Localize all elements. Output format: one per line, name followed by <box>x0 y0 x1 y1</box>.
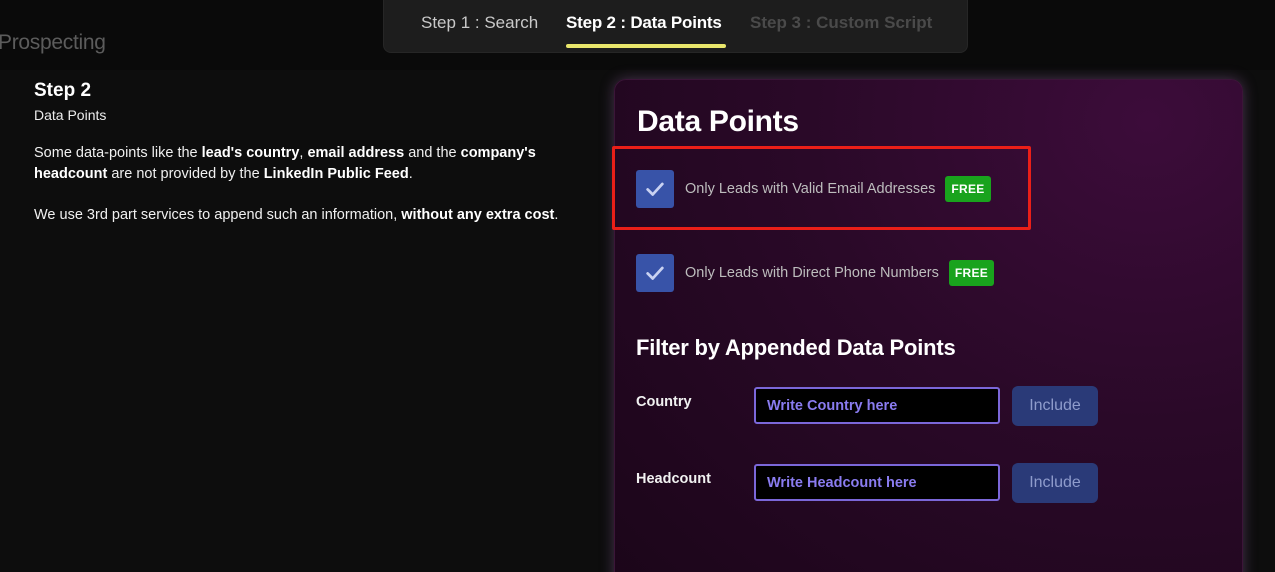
headcount-input[interactable] <box>754 464 1000 501</box>
info-emphasis: email address <box>307 145 405 161</box>
filter-section-title: Filter by Appended Data Points <box>636 335 956 360</box>
highlight-annotation-box <box>612 146 1031 230</box>
headcount-include-button[interactable]: Include <box>1012 463 1098 503</box>
info-emphasis: lead's country <box>201 145 300 161</box>
info-emphasis: LinkedIn Public Feed <box>263 166 409 182</box>
stepper: Step 1 : Search Step 2 : Data Points Ste… <box>383 0 968 53</box>
info-paragraph-1: Some data-points like the lead's country… <box>34 143 599 185</box>
direct-phone-checkbox[interactable] <box>636 254 674 292</box>
free-badge: FREE <box>948 260 995 286</box>
card-title: Data Points <box>637 105 799 138</box>
step-subtitle: Data Points <box>34 107 107 123</box>
checkmark-icon <box>646 266 664 280</box>
option-direct-phone: Only Leads with Direct Phone Numbers FRE… <box>636 254 995 292</box>
step-info-panel: Step 2 Data Points Some data-points like… <box>34 80 599 226</box>
direct-phone-label: Only Leads with Direct Phone Numbers <box>685 265 939 281</box>
page-heading: Prospecting <box>0 31 106 54</box>
country-include-button[interactable]: Include <box>1012 386 1098 426</box>
info-text: are not provided by the <box>107 166 264 182</box>
country-label: Country <box>636 394 692 410</box>
step-3-custom-script[interactable]: Step 3 : Custom Script <box>750 13 932 33</box>
info-text: . <box>408 166 413 182</box>
info-paragraph-2: We use 3rd part services to append such … <box>34 205 599 226</box>
step-2-data-points[interactable]: Step 2 : Data Points <box>566 13 722 33</box>
info-text: Some data-points like the <box>34 145 202 161</box>
active-step-underline <box>566 44 726 48</box>
info-text: and the <box>404 145 461 161</box>
step-title: Step 2 <box>34 80 92 101</box>
headcount-label: Headcount <box>636 471 711 487</box>
step-1-search[interactable]: Step 1 : Search <box>421 13 538 33</box>
info-emphasis: without any extra cost <box>401 207 555 223</box>
info-text: . <box>554 207 559 223</box>
info-text: We use 3rd part services to append such … <box>34 207 402 223</box>
country-input[interactable] <box>754 387 1000 424</box>
page: Prospecting Step 1 : Search Step 2 : Dat… <box>0 0 1275 572</box>
